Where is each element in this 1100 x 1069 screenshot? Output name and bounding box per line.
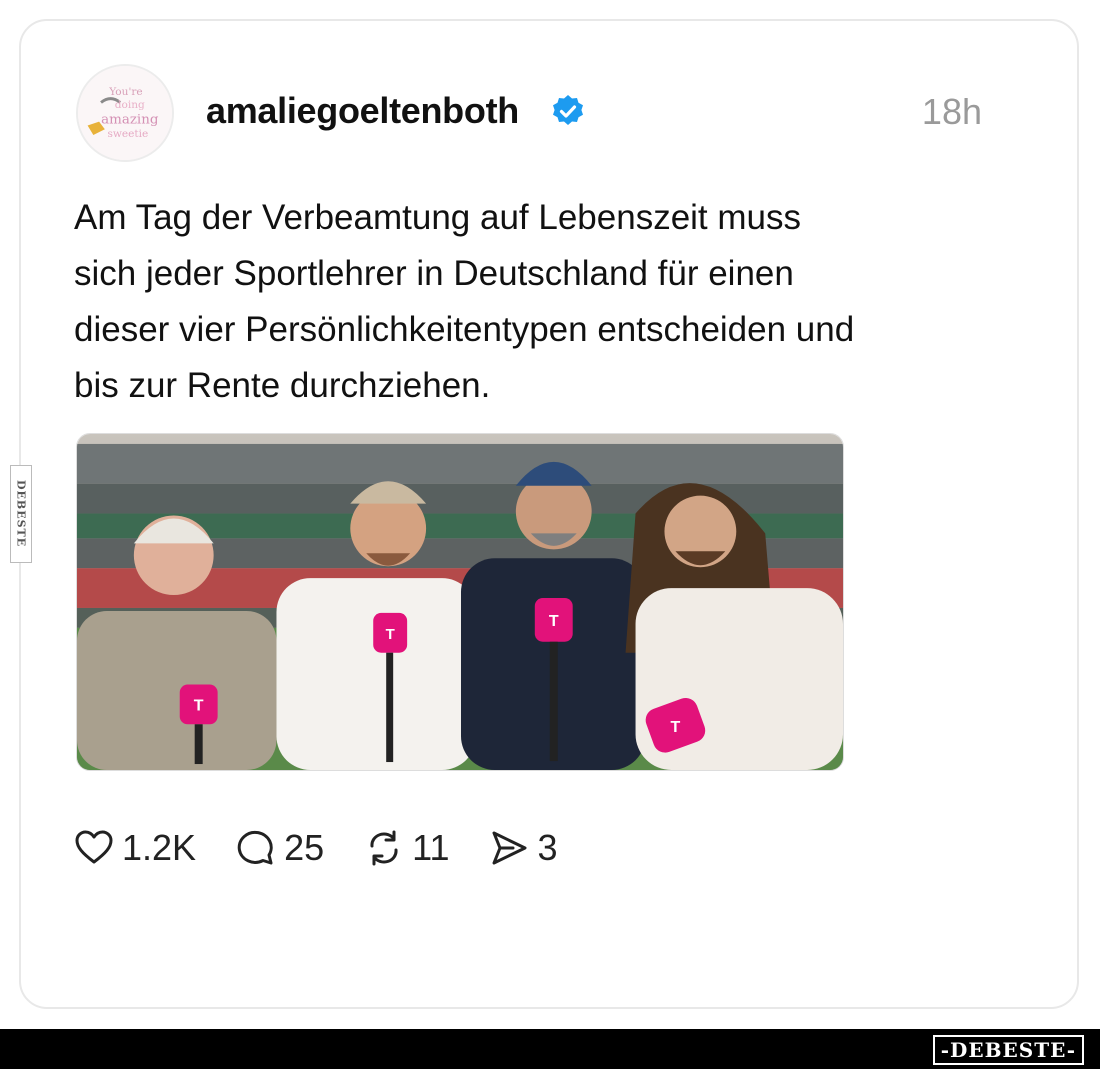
repost-count: 11 [412,827,450,868]
footer-bar: -DEBESTE- [0,1029,1100,1069]
post-photo[interactable]: T T T T [76,433,844,771]
stadium-photo: T T T T [77,434,843,770]
username[interactable]: amaliegoeltenboth [206,90,519,132]
avatar-line-1: You're [108,86,142,98]
like-button[interactable]: 1.2K [74,827,196,869]
svg-text:T: T [549,613,559,630]
avatar-image: You're doing amazing sweetie [78,66,172,160]
send-icon [492,831,527,865]
repost-button[interactable]: 11 [364,827,449,869]
share-count: 3 [537,827,558,868]
post-text-line: sich jeder Sportlehrer in Deutschland fü… [74,254,794,293]
post-text-line: bis zur Rente durchziehen. [74,366,491,405]
svg-text:T: T [194,697,204,714]
action-bar: 1.2K 25 11 3 [74,826,598,870]
side-watermark: DEBESTE [10,465,32,563]
share-button[interactable]: 3 [489,827,558,869]
verified-badge-icon [553,95,583,125]
svg-text:T: T [386,626,395,643]
heart-icon [75,830,113,864]
timestamp: 18h [921,91,982,132]
post-text: Am Tag der Verbeamtung auf Lebenszeit mu… [74,190,1014,414]
svg-text:T: T [671,719,681,736]
side-watermark-text: DEBESTE [14,480,28,548]
repost-icon [370,830,398,866]
comment-count: 25 [284,827,325,868]
footer-logo: -DEBESTE- [932,1035,1084,1065]
avatar-line-3: amazing [101,113,159,128]
avatar[interactable]: You're doing amazing sweetie [76,64,174,162]
comment-button[interactable]: 25 [236,827,324,869]
comment-icon [237,830,273,865]
avatar-line-2: doing [115,99,145,111]
post-text-line: Am Tag der Verbeamtung auf Lebenszeit mu… [74,198,802,237]
avatar-line-4: sweetie [107,128,148,140]
post-text-line: dieser vier Persönlichkeitentypen entsch… [74,310,855,349]
like-count: 1.2K [122,827,197,868]
